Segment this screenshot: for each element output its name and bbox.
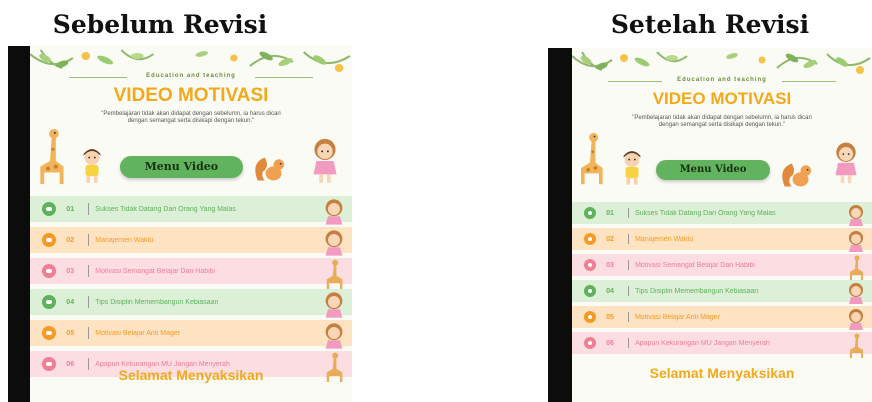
item-separator [628, 260, 630, 270]
menu-video-button[interactable]: Menu Video [656, 160, 770, 180]
item-number: 03 [66, 267, 75, 275]
play-icon [584, 206, 597, 220]
girl-icon [83, 149, 101, 183]
menu-video-button[interactable]: Menu Video [120, 156, 243, 178]
giraffe-icon [846, 255, 866, 280]
app-screen: Education and teaching VIDEO MOTIVASI "P… [30, 46, 352, 402]
app-screen: Education and teaching VIDEO MOTIVASI "P… [572, 48, 872, 402]
item-number: 01 [606, 209, 614, 217]
girl-icon [322, 197, 346, 225]
list-item[interactable]: 04 Tips Disiplin Memembangun Kebiasaan [572, 280, 872, 304]
list-item[interactable]: 04 Tips Disiplin Memembangun Kebiasaan [30, 289, 352, 318]
girl-icon [846, 307, 866, 330]
item-separator [88, 203, 90, 215]
quote-text: "Pembelajaran tidak akan didapat dengan … [101, 111, 281, 125]
item-number: 02 [66, 236, 75, 244]
squirrel-icon [782, 163, 812, 187]
item-number: 05 [66, 329, 75, 337]
list-item[interactable]: 02 Manajemen Waktu [572, 228, 872, 252]
giraffe-icon [40, 128, 64, 185]
subtitle: Education and teaching [677, 77, 767, 83]
item-number: 06 [606, 339, 614, 347]
item-label: Motivasi Belajar Anti Mager [95, 329, 181, 337]
list-item[interactable]: 06 Apapun Kekurangan MU Jangan Menyerah [572, 332, 872, 358]
play-icon [42, 263, 57, 279]
item-label: Motivasi Semangat Belajar Dari Habibi [95, 267, 216, 275]
item-label: Manajemen Waktu [635, 235, 694, 243]
list-item[interactable]: 01 Sukses Tidak Datang Dari Orang Yang Ma… [572, 202, 872, 226]
list-item[interactable]: 01 Sukses Tidak Datang Dari Orang Yang Ma… [30, 196, 352, 225]
item-label: Tips Disiplin Memembangun Kebiasaan [635, 287, 759, 295]
play-icon [584, 310, 597, 324]
phone-after: Education and teaching VIDEO MOTIVASI "P… [548, 48, 872, 402]
item-label: Sukses Tidak Datang Dari Orang Yang Mala… [635, 209, 776, 217]
item-separator [628, 312, 630, 322]
item-separator [628, 234, 630, 244]
play-icon [42, 325, 57, 341]
item-label: Manajemen Waktu [95, 236, 154, 244]
divider-right [255, 77, 314, 78]
girl-icon [846, 203, 866, 226]
squirrel-icon [255, 157, 285, 181]
girl-icon [846, 229, 866, 252]
caption-before: Sebelum Revisi [52, 10, 268, 39]
item-separator [628, 208, 630, 218]
item-separator [628, 338, 630, 348]
quote-text: "Pembelajaran tidak akan didapat dengan … [632, 115, 812, 129]
girl-icon [835, 142, 857, 184]
item-separator [88, 234, 90, 246]
item-number: 01 [66, 205, 75, 213]
girl-icon [322, 290, 346, 318]
video-list: 01 Sukses Tidak Datang Dari Orang Yang Ma… [572, 202, 872, 358]
item-number: 02 [606, 235, 614, 243]
girl-icon [313, 138, 337, 184]
giraffe-icon [322, 259, 346, 289]
item-label: Motivasi Semangat Belajar Dari Habibi [635, 261, 755, 269]
closing-text: Selamat Menyaksikan [649, 365, 795, 381]
play-icon [584, 336, 597, 350]
list-item[interactable]: 05 Motivasi Belajar Anti Mager [30, 320, 352, 349]
girl-icon [846, 281, 866, 304]
play-icon [42, 232, 57, 248]
giraffe-icon [846, 333, 866, 358]
item-label: Tips Disiplin Memembangun Kebiasaan [95, 298, 219, 306]
page-title: VIDEO MOTIVASI [113, 85, 269, 106]
item-separator [88, 327, 90, 339]
item-label: Apapun Kekurangan MU Jangan Menyerah [635, 339, 770, 347]
divider-right [782, 81, 836, 82]
play-icon [42, 294, 57, 310]
page-title: VIDEO MOTIVASI [652, 89, 792, 108]
play-icon [584, 232, 597, 246]
play-icon [42, 201, 57, 217]
giraffe-icon [581, 132, 603, 185]
play-icon [584, 284, 597, 298]
play-icon [584, 258, 597, 272]
item-separator [88, 296, 90, 308]
item-number: 04 [606, 287, 614, 295]
item-label: Motivasi Belajar Anti Mager [635, 313, 720, 321]
list-item[interactable]: 02 Manajemen Waktu [30, 227, 352, 256]
list-item[interactable]: 05 Motivasi Belajar Anti Mager [572, 306, 872, 330]
list-item[interactable]: 03 Motivasi Semangat Belajar Dari Habibi [572, 254, 872, 280]
caption-after: Setelah Revisi [610, 10, 810, 39]
item-number: 05 [606, 313, 614, 321]
item-number: 06 [66, 360, 75, 368]
phone-before: Education and teaching VIDEO MOTIVASI "P… [8, 46, 352, 402]
girl-icon [322, 228, 346, 256]
subtitle: Education and teaching [146, 73, 236, 79]
girl-icon [322, 321, 346, 349]
closing-text: Selamat Menyaksikan [118, 367, 264, 383]
item-number: 04 [66, 298, 75, 306]
item-separator [628, 286, 630, 296]
video-list: 01 Sukses Tidak Datang Dari Orang Yang Ma… [30, 196, 352, 382]
item-separator [88, 265, 90, 277]
girl-icon [623, 151, 641, 185]
item-number: 03 [606, 261, 614, 269]
list-item[interactable]: 03 Motivasi Semangat Belajar Dari Habibi [30, 258, 352, 289]
item-label: Sukses Tidak Datang Dari Orang Yang Mala… [95, 205, 236, 213]
